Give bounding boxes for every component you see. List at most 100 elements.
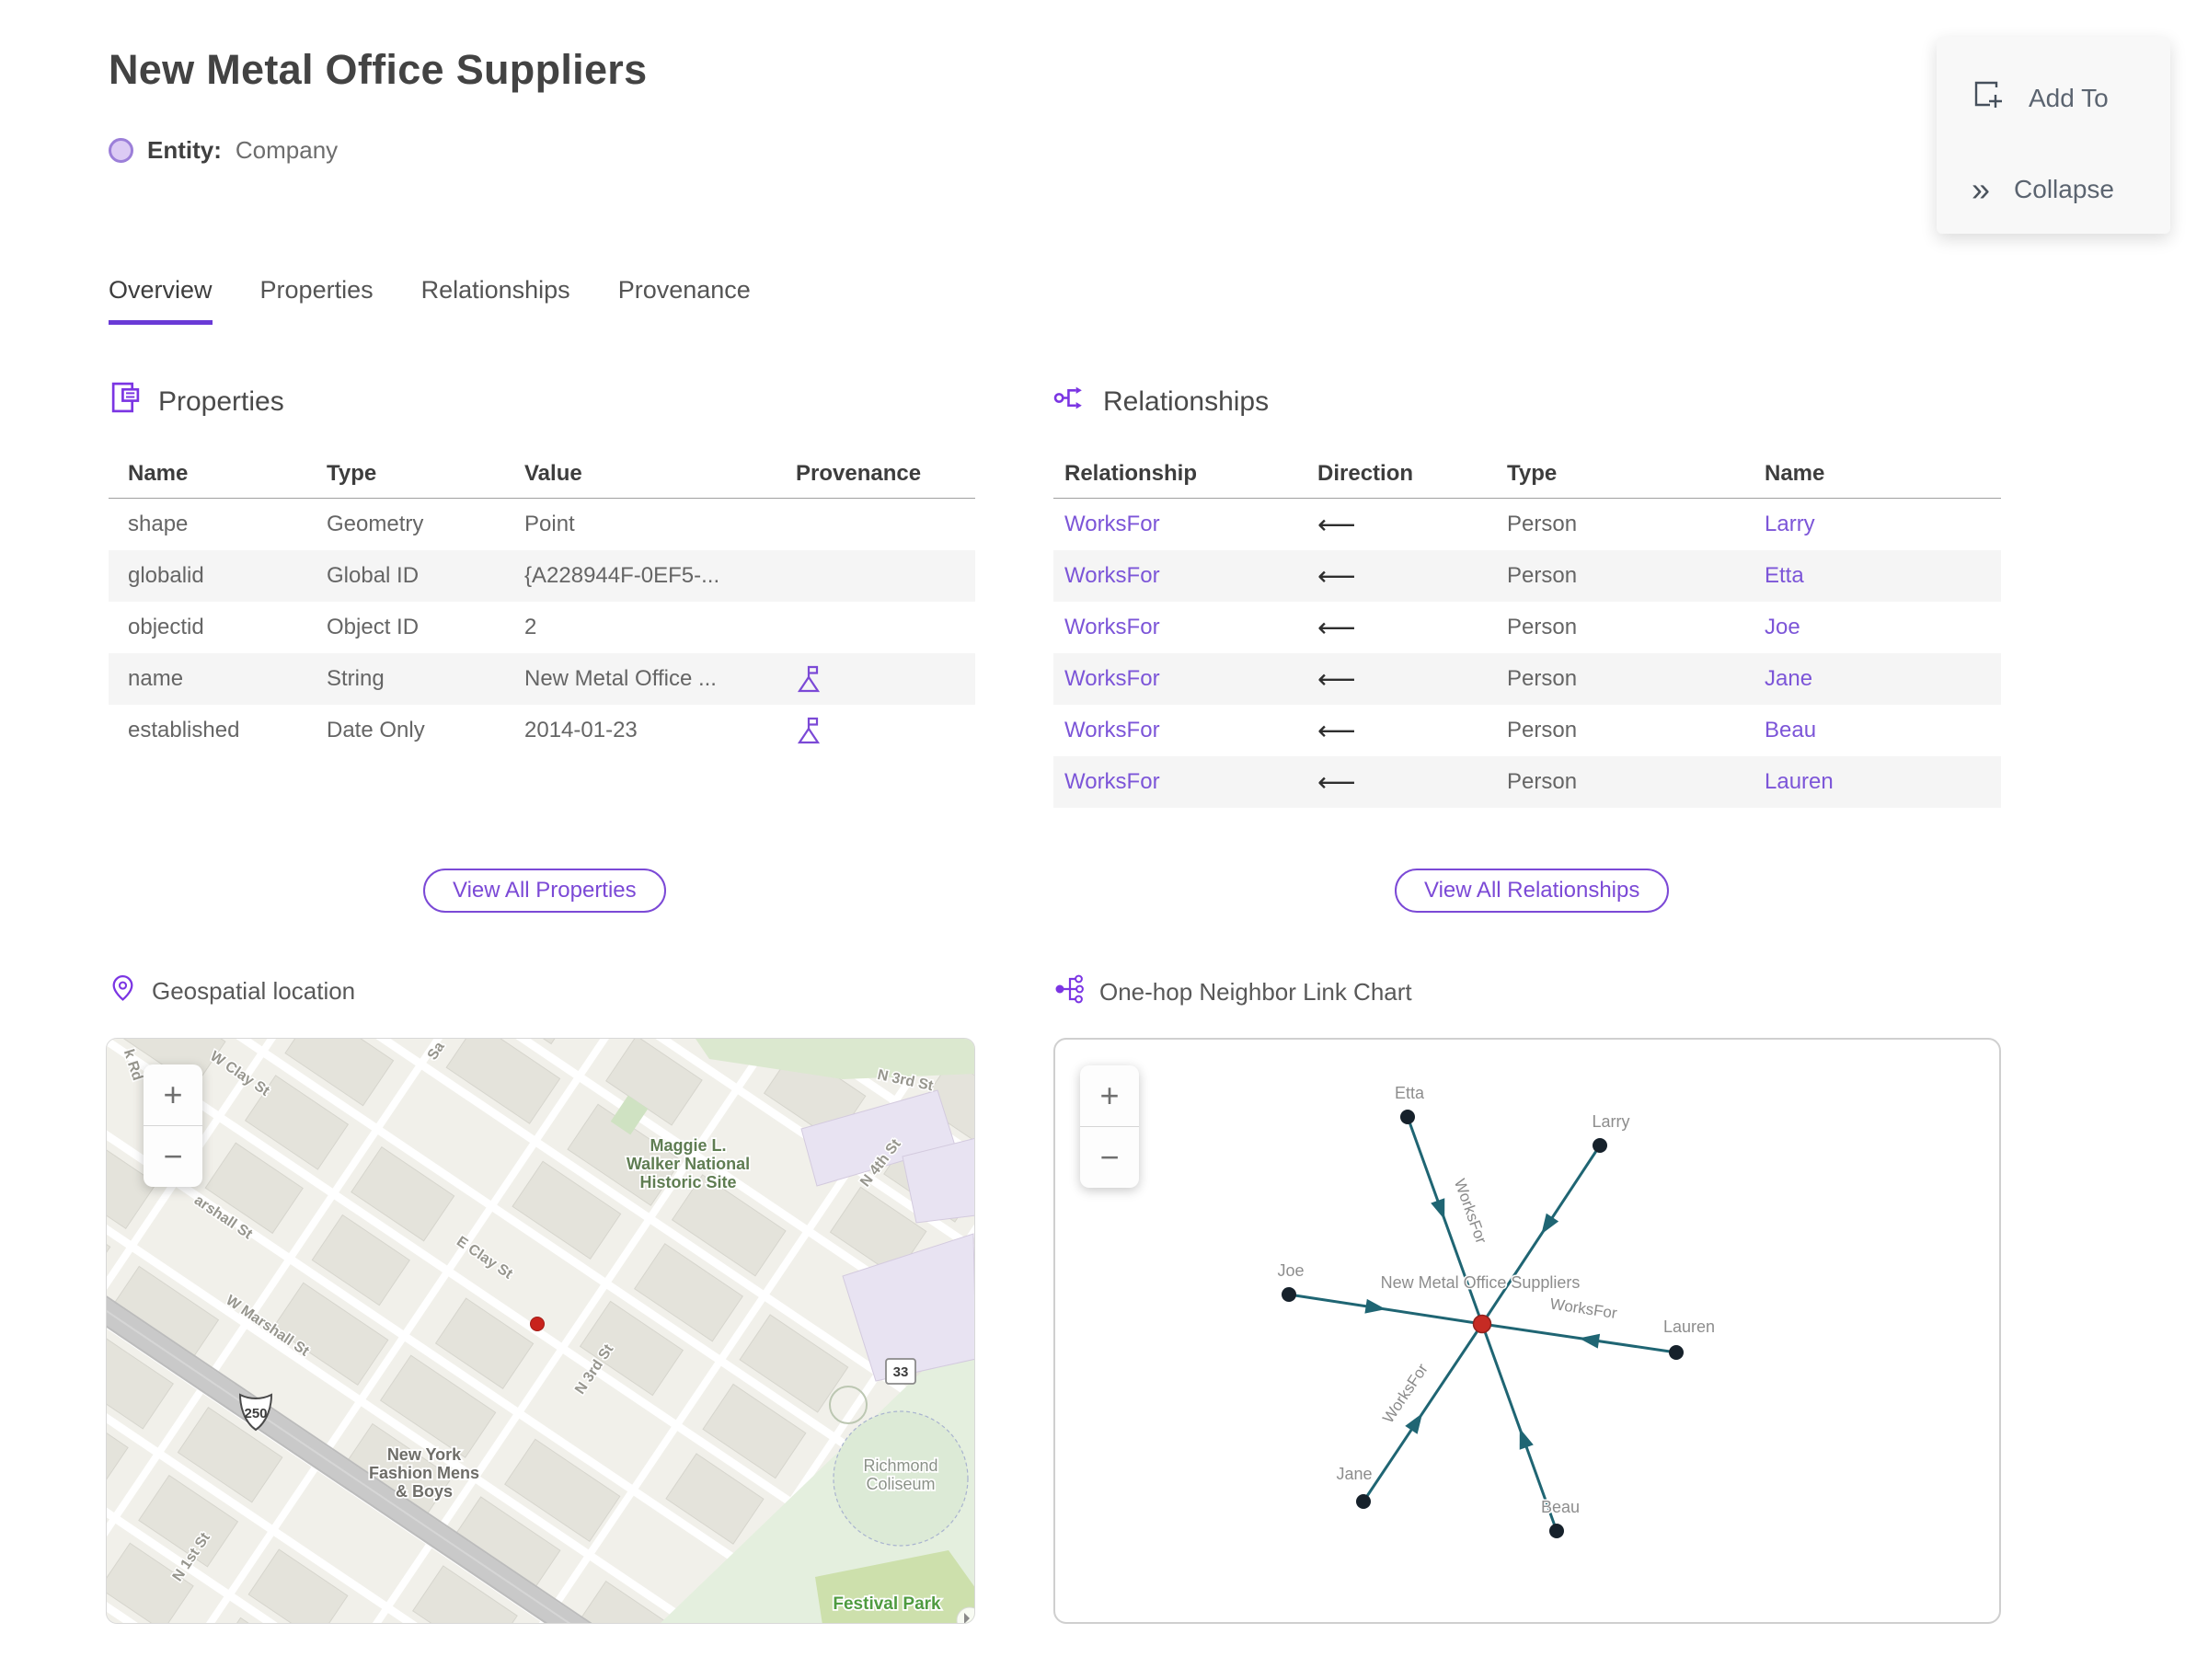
entity-type-cell: Person [1507, 769, 1578, 794]
relationship-type-link[interactable]: WorksFor [1064, 563, 1317, 589]
relationship-type-link[interactable]: WorksFor [1064, 718, 1317, 743]
graph-node-beau[interactable] [1549, 1524, 1564, 1538]
relationship-type-link[interactable]: WorksFor [1064, 615, 1317, 640]
collapse-button[interactable]: » Collapse [1972, 173, 2114, 206]
property-value-cell: {A228944F-0EF5-... [524, 563, 720, 588]
node-label: Jane [1336, 1465, 1372, 1483]
relationships-table-header: Relationship Direction Type Name [1053, 449, 2001, 499]
geospatial-section-header: Geospatial location [109, 973, 355, 1008]
col-provenance: Provenance [796, 460, 922, 486]
property-name-cell: objectid [128, 615, 204, 639]
properties-icon [109, 381, 143, 422]
property-name-cell: shape [128, 512, 189, 536]
map-zoom-control: + − [144, 1064, 202, 1187]
entity-type-value: Company [235, 136, 339, 164]
tab-provenance[interactable]: Provenance [618, 276, 751, 325]
entity-type-cell: Person [1507, 718, 1578, 742]
relationship-type-link[interactable]: WorksFor [1064, 512, 1317, 537]
collapse-icon: » [1972, 170, 1991, 208]
svg-text:250: 250 [244, 1406, 267, 1421]
provenance-flag-icon[interactable] [796, 716, 975, 745]
add-to-label: Add To [2029, 83, 2109, 112]
relationship-row: WorksFor ⟵ Person Jane [1053, 653, 2001, 705]
entity-detail-page: New Metal Office Suppliers Entity: Compa… [0, 0, 2208, 1680]
property-row: globalid Global ID {A228944F-0EF5-... [109, 550, 975, 602]
graph-node-jane[interactable] [1356, 1494, 1371, 1509]
entity-label: Entity: [147, 136, 222, 164]
graph-node-lauren[interactable] [1669, 1345, 1684, 1360]
properties-table-header: Name Type Value Provenance [109, 449, 975, 499]
relationships-table: Relationship Direction Type Name WorksFo… [1053, 449, 2001, 808]
tab-properties[interactable]: Properties [260, 276, 374, 325]
property-type-cell: Object ID [327, 615, 420, 639]
property-name-cell: name [128, 666, 184, 691]
relationship-type-link[interactable]: WorksFor [1064, 666, 1317, 692]
edge-label: WorksFor [1379, 1360, 1432, 1426]
graph-node-joe[interactable] [1282, 1287, 1296, 1302]
edge-arrowhead [1431, 1198, 1445, 1220]
map-zoom-out-button[interactable]: − [144, 1125, 202, 1187]
property-name-cell: established [128, 718, 240, 742]
place-label: Festival Park [833, 1594, 941, 1614]
graph-node-larry[interactable] [1593, 1138, 1607, 1153]
entity-name-link[interactable]: Lauren [1765, 769, 2001, 795]
chart-zoom-out-button[interactable]: − [1080, 1126, 1139, 1188]
property-type-cell: Date Only [327, 718, 425, 742]
map-pin-icon [109, 973, 137, 1008]
node-label: Larry [1592, 1112, 1629, 1131]
link-chart-canvas: WorksFor Etta Larry Joe WorksFor Lauren WorksF… [1276, 1083, 1717, 1538]
direction-arrow: ⟵ [1317, 716, 1356, 746]
entity-name-link[interactable]: Beau [1765, 718, 2001, 743]
graph-node-etta[interactable] [1400, 1110, 1415, 1124]
properties-section-title: Properties [158, 385, 284, 417]
col-type: Type [1507, 460, 1558, 486]
view-all-relationships-button[interactable]: View All Relationships [1395, 869, 1670, 913]
entity-name-link[interactable]: Etta [1765, 563, 2001, 589]
map-location-marker [530, 1317, 545, 1331]
link-chart-section-title: One-hop Neighbor Link Chart [1099, 978, 1412, 1006]
relationships-section-title: Relationships [1103, 385, 1270, 417]
add-to-icon [1972, 78, 2005, 118]
view-all-properties-button[interactable]: View All Properties [423, 869, 666, 913]
property-value-cell: New Metal Office ... [524, 666, 717, 691]
entity-name-link[interactable]: Jane [1765, 666, 2001, 692]
node-label: Beau [1541, 1498, 1580, 1516]
map[interactable]: k Rd W Clay St Sa arshall St W Marshall St E … [106, 1038, 975, 1624]
graph-node-center[interactable] [1472, 1314, 1492, 1334]
chart-zoom-in-button[interactable]: + [1080, 1065, 1139, 1126]
property-row: established Date Only 2014-01-23 [109, 705, 975, 756]
col-direction: Direction [1317, 460, 1414, 486]
link-chart[interactable]: WorksFor Etta Larry Joe WorksFor Lauren WorksF… [1053, 1038, 2001, 1624]
entity-row: Entity: Company [109, 136, 338, 165]
tab-overview[interactable]: Overview [109, 276, 213, 325]
geospatial-section-title: Geospatial location [152, 976, 356, 1005]
graph-edge[interactable] [1480, 1145, 1602, 1325]
col-relationship: Relationship [1064, 460, 1198, 486]
relationship-row: WorksFor ⟵ Person Joe [1053, 602, 2001, 653]
entity-type-cell: Person [1507, 666, 1578, 691]
add-to-button[interactable]: Add To [1972, 78, 2109, 118]
provenance-flag-icon[interactable] [796, 664, 975, 694]
node-label: Etta [1395, 1084, 1425, 1102]
entity-name-link[interactable]: Larry [1765, 512, 2001, 537]
page-title: New Metal Office Suppliers [109, 46, 648, 93]
edge-arrowhead [1364, 1298, 1386, 1314]
relationships-icon [1053, 381, 1087, 422]
relationship-row: WorksFor ⟵ Person Beau [1053, 705, 2001, 756]
properties-table: Name Type Value Provenance shape Geometry… [109, 449, 975, 756]
property-row: shape Geometry Point [109, 499, 975, 550]
entity-name-link[interactable]: Joe [1765, 615, 2001, 640]
direction-arrow: ⟵ [1317, 561, 1356, 592]
relationship-type-link[interactable]: WorksFor [1064, 769, 1317, 795]
tab-relationships[interactable]: Relationships [421, 276, 570, 325]
node-label: Joe [1277, 1261, 1304, 1280]
edge-arrowhead [1405, 1413, 1423, 1434]
property-row: name String New Metal Office ... [109, 653, 975, 705]
direction-arrow: ⟵ [1317, 664, 1356, 695]
col-type: Type [327, 460, 377, 486]
relationship-row: WorksFor ⟵ Person Larry [1053, 499, 2001, 550]
property-row: objectid Object ID 2 [109, 602, 975, 653]
edge-arrowhead [1519, 1428, 1534, 1450]
map-zoom-in-button[interactable]: + [144, 1064, 202, 1125]
map-canvas: k Rd W Clay St Saarshall StW Marshall StE … [107, 1039, 974, 1623]
